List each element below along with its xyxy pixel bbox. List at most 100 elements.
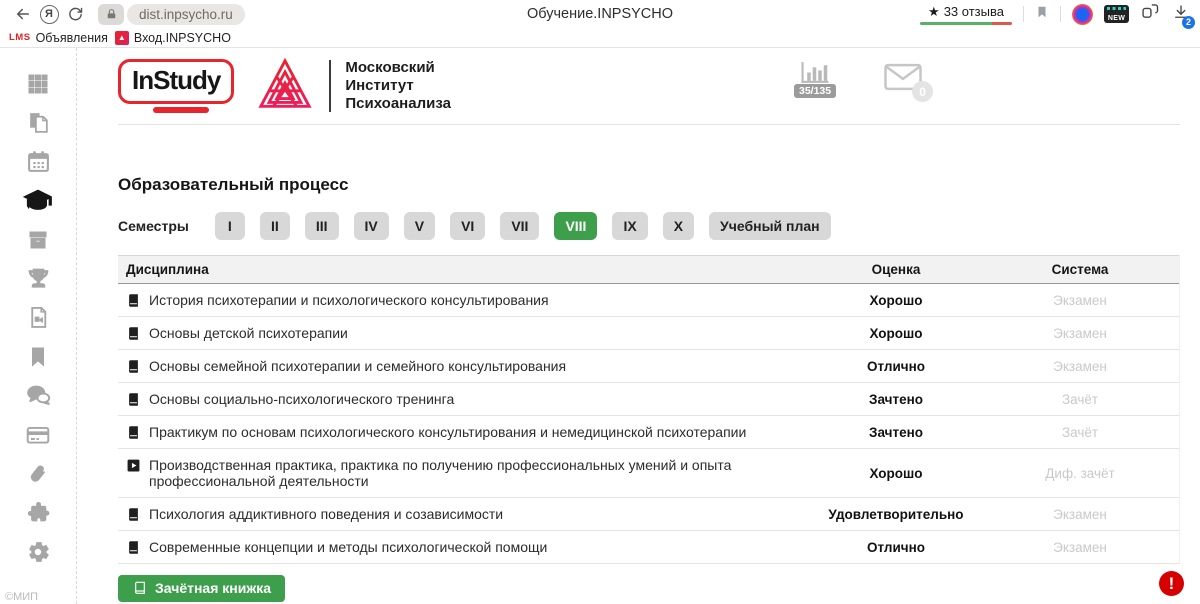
progress-badge: 35/135 [794,84,836,98]
discipline-cell[interactable]: Основы семейной психотерапии и семейного… [118,350,811,382]
discipline-name: Психология аддиктивного поведения и соза… [149,506,503,522]
screen-capture-new-icon[interactable]: NEW [1104,5,1129,23]
video-file-icon [26,305,51,330]
sidebar-item-apps[interactable] [0,64,76,103]
sidebar-item-documents[interactable] [0,103,76,142]
bookmark-announcements[interactable]: LMS Объявления [9,31,108,45]
divider [1060,6,1061,22]
gradebook-book-icon [132,580,148,596]
book-icon [126,392,141,407]
lms-favicon: LMS [9,32,31,43]
discipline-name: Производственная практика, практика по п… [149,457,803,489]
table-row: Основы социально-психологического тренин… [118,383,1179,416]
progress-stats[interactable]: 35/135 [794,59,836,98]
sidebar-item-education[interactable] [0,181,76,220]
system-cell: Экзамен [981,499,1179,530]
mail-button[interactable]: 0 [882,62,924,97]
discipline-cell[interactable]: История психотерапии и психологического … [118,284,811,316]
bookmark-icon [26,345,50,369]
paperclip-icon [25,461,51,487]
mip-favicon: ▲ [115,31,129,45]
page-title-tab: Обучение.INPSYCHO [527,6,673,22]
sidebar-item-calendar[interactable] [0,142,76,181]
semester-button-II[interactable]: II [260,212,290,240]
sidebar-item-payments[interactable] [0,415,76,454]
browser-toolbar: Я dist.inpsycho.ru Обучение.INPSYCHO ★ 3… [0,0,1200,28]
url-text[interactable]: dist.inpsycho.ru [127,4,245,25]
system-cell: Зачёт [981,384,1179,415]
system-cell: Диф. зачёт [981,458,1179,489]
back-icon[interactable] [10,2,36,26]
puzzle-icon [26,500,51,525]
bookmarks-bar: LMS Объявления ▲ Вход.INPSYCHO [0,28,1200,48]
semester-button-Учебный план[interactable]: Учебный план [709,212,831,240]
semester-button-X[interactable]: X [663,212,694,240]
gradebook-button[interactable]: Зачётная книжка [118,575,285,602]
discipline-name: Современные концепции и методы психологи… [149,539,547,555]
sidebar-item-messages[interactable] [0,376,76,415]
semester-button-VIII[interactable]: VIII [554,212,597,240]
discipline-cell[interactable]: Производственная практика, практика по п… [118,449,811,497]
book-icon [126,540,141,555]
system-cell: Экзамен [981,351,1179,382]
column-discipline: Дисциплина [118,256,811,283]
sidebar-item-archive[interactable] [0,220,76,259]
sidebar-item-settings[interactable] [0,532,76,571]
refresh-icon[interactable] [62,2,88,26]
discipline-cell[interactable]: Основы детской психотерапии [118,317,811,349]
book-icon [126,293,141,308]
grade-cell: Хорошо [811,458,981,489]
grade-cell: Зачтено [811,384,981,415]
instudy-logo-bar [153,107,209,113]
system-cell: Экзамен [981,285,1179,316]
yandex-home-icon[interactable]: Я [36,2,62,26]
bookmark-page-icon[interactable] [1035,4,1049,25]
semester-button-VII[interactable]: VII [500,212,539,240]
calendar-icon [26,149,51,174]
downloads-icon[interactable]: 2 [1172,3,1190,26]
semester-button-V[interactable]: V [404,212,435,240]
sidebar-item-video-materials[interactable] [0,298,76,337]
bookmark-inpsycho-login[interactable]: ▲ Вход.INPSYCHO [115,31,231,45]
discipline-cell[interactable]: Основы социально-психологического тренин… [118,383,811,415]
sidebar-item-achievements[interactable] [0,259,76,298]
chat-icon [25,382,52,409]
main-content: InStudy Московский Институт Психоанализа… [77,48,1200,604]
table-row: Производственная практика, практика по п… [118,449,1179,498]
discipline-cell[interactable]: Практикум по основам психологического ко… [118,416,811,448]
page-title: Образовательный процесс [118,175,1180,195]
copyright-label: ©МИП [5,591,38,603]
play-icon [126,458,141,473]
trophy-icon [26,266,51,291]
semester-button-VI[interactable]: VI [450,212,485,240]
payment-card-icon [25,422,51,448]
sidebar-item-bookmarks[interactable] [0,337,76,376]
semester-button-III[interactable]: III [305,212,339,240]
discipline-cell[interactable]: Психология аддиктивного поведения и соза… [118,498,811,530]
semesters-label: Семестры [118,218,189,234]
semester-button-IX[interactable]: IX [612,212,647,240]
collections-icon[interactable] [1140,1,1161,27]
discipline-cell[interactable]: Современные концепции и методы психологи… [118,531,811,563]
apps-grid-icon [26,72,50,96]
table-row: Основы семейной психотерапии и семейного… [118,350,1179,383]
sidebar-item-integrations[interactable] [0,493,76,532]
column-grade: Оценка [811,256,981,283]
discipline-name: Основы детской психотерапии [149,325,348,341]
browser-profile-icon[interactable] [1072,4,1093,25]
system-cell: Экзамен [981,532,1179,563]
alert-icon[interactable]: ! [1159,571,1184,596]
semester-button-IV[interactable]: IV [354,212,389,240]
discipline-name: Основы семейной психотерапии и семейного… [149,358,566,374]
grade-cell: Отлично [811,532,981,563]
sidebar-item-attachments[interactable] [0,454,76,493]
grade-cell: Отлично [811,351,981,382]
grades-table-body: История психотерапии и психологического … [118,284,1179,564]
archive-box-icon [26,228,50,252]
reviews-rating[interactable]: ★ 33 отзыва [920,4,1012,25]
address-bar[interactable]: dist.inpsycho.ru [98,4,245,25]
instudy-logo[interactable]: InStudy [118,59,234,113]
semester-button-I[interactable]: I [215,212,245,240]
column-system: Система [981,256,1179,283]
site-header: InStudy Московский Институт Психоанализа… [118,48,1180,125]
